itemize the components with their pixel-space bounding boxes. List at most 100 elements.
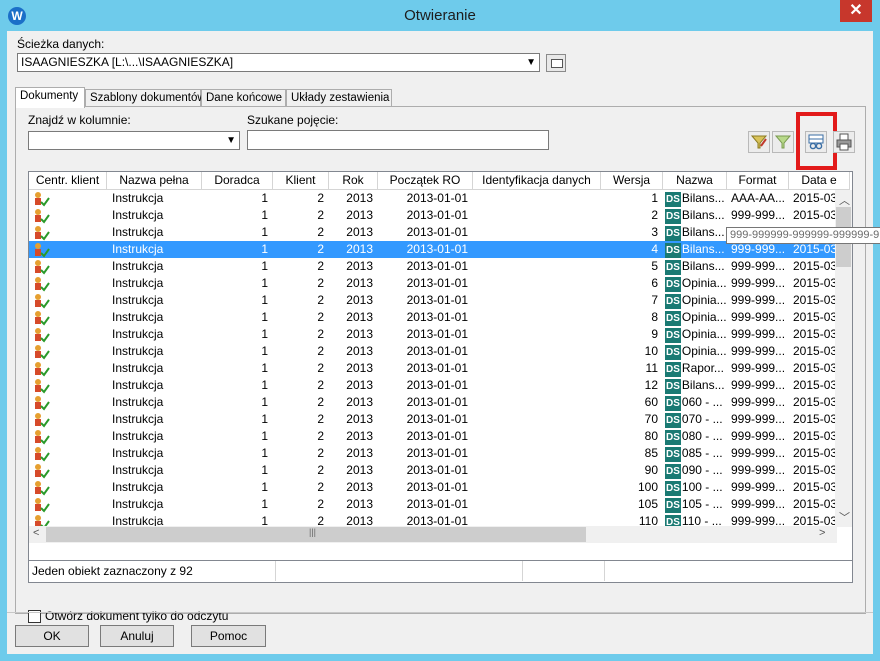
cell-poczatek: 2013-01-01 [406, 497, 468, 511]
cell-nazwa: DS Opinia... [665, 343, 727, 360]
cell-doradca: 1 [261, 378, 268, 392]
tab-uklady[interactable]: Układy zestawienia [286, 89, 392, 107]
print-button[interactable] [833, 131, 855, 153]
tab-dokumenty[interactable]: Dokumenty [15, 87, 85, 108]
cell-nazwa_pelna: Instrukcja [112, 310, 164, 324]
columns-settings-button[interactable] [805, 131, 827, 153]
table-row[interactable]: Instrukcja 1 2 2013 2013-01-01 4 999-999... 201… [29, 241, 839, 258]
scroll-left-icon[interactable]: < [33, 527, 39, 539]
find-column-label: Znajdź w kolumnie: [28, 113, 131, 127]
cell-doradca: 1 [261, 327, 268, 341]
path-label: Ścieżka danych: [17, 37, 105, 51]
cell-data: 2015-03- [793, 310, 839, 324]
table-row[interactable]: Instrukcja 1 2 2013 2013-01-01 1 AAA-AA... 2015… [29, 190, 839, 207]
cell-data: 2015-03- [793, 429, 839, 443]
path-select[interactable]: ISAAGNIESZKA [L:\...\ISAAGNIESZKA] ▼ [17, 53, 540, 72]
column-header[interactable]: Format [727, 172, 789, 190]
table-row[interactable]: Instrukcja 1 2 2013 2013-01-01 90 999-999... 20… [29, 462, 839, 479]
cancel-button[interactable]: Anuluj [100, 625, 174, 647]
cell-doradca: 1 [261, 497, 268, 511]
column-header[interactable]: Klient [273, 172, 329, 190]
cell-rok: 2013 [346, 293, 373, 307]
scroll-up-icon[interactable]: ︿ [839, 192, 850, 208]
cell-wersja: 12 [644, 378, 658, 392]
table-row[interactable]: Instrukcja 1 2 2013 2013-01-01 8 999-999... 201… [29, 309, 839, 326]
search-term-input[interactable] [247, 130, 549, 150]
cell-format: 999-999... [731, 412, 786, 426]
table-row[interactable]: Instrukcja 1 2 2013 2013-01-01 11 999-999... 20… [29, 360, 839, 377]
cell-nazwa_pelna: Instrukcja [112, 344, 164, 358]
cell-rok: 2013 [346, 361, 373, 375]
column-header[interactable]: Centr. klient [29, 172, 107, 190]
table-row[interactable]: Instrukcja 1 2 2013 2013-01-01 7 999-999... 201… [29, 292, 839, 309]
table-row[interactable]: Instrukcja 1 2 2013 2013-01-01 85 999-999... 20… [29, 445, 839, 462]
column-header[interactable]: Data e [789, 172, 850, 190]
cell-nazwa: DS Bilans... [665, 377, 727, 394]
document-name: Opinia... [681, 344, 727, 358]
column-header[interactable]: Początek RO [378, 172, 473, 190]
scroll-right-icon[interactable]: > [819, 527, 825, 539]
cell-doradca: 1 [261, 225, 268, 239]
filter-clear-button[interactable] [772, 131, 794, 153]
document-name: 100 - ... [681, 480, 723, 494]
column-header[interactable]: Rok [329, 172, 378, 190]
column-header[interactable]: Wersja [601, 172, 663, 190]
filter-edit-button[interactable] [748, 131, 770, 153]
browse-path-button[interactable] [546, 54, 566, 72]
tab-szablony[interactable]: Szablony dokumentów [85, 89, 206, 107]
help-button[interactable]: Pomoc [191, 625, 266, 647]
cell-klient: 2 [317, 225, 324, 239]
client-person-icon [32, 446, 50, 462]
column-header[interactable]: Doradca [202, 172, 273, 190]
cell-wersja: 2 [651, 208, 658, 222]
client-person-icon [32, 480, 50, 496]
cell-klient: 2 [317, 463, 324, 477]
client-person-icon [32, 378, 50, 394]
column-header[interactable]: Nazwa pełna [107, 172, 202, 190]
cell-nazwa_pelna: Instrukcja [112, 395, 164, 409]
cell-ident [473, 428, 596, 445]
table-row[interactable]: Instrukcja 1 2 2013 2013-01-01 3 DS Bilans... [29, 224, 837, 241]
cell-doradca: 1 [261, 293, 268, 307]
cell-nazwa_pelna: Instrukcja [112, 191, 164, 205]
cell-rok: 2013 [346, 480, 373, 494]
cell-poczatek: 2013-01-01 [406, 412, 468, 426]
ok-button[interactable]: OK [15, 625, 89, 647]
column-header[interactable]: Nazwa [663, 172, 727, 190]
table-row[interactable]: Instrukcja 1 2 2013 2013-01-01 5 999-999... 201… [29, 258, 839, 275]
cell-poczatek: 2013-01-01 [406, 293, 468, 307]
table-row[interactable]: Instrukcja 1 2 2013 2013-01-01 100 999-999... 2… [29, 479, 839, 496]
column-header[interactable]: Identyfikacja danych [473, 172, 601, 190]
cell-wersja: 105 [637, 497, 658, 511]
path-value: ISAAGNIESZKA [L:\...\ISAAGNIESZKA] [21, 55, 234, 69]
table-row[interactable]: Instrukcja 1 2 2013 2013-01-01 6 999-999... 201… [29, 275, 839, 292]
cell-data: 2015-03- [793, 463, 839, 477]
ds-badge: DS [665, 430, 681, 445]
title-bar[interactable]: W Otwieranie ✕ [0, 0, 880, 31]
document-name: 060 - ... [681, 395, 723, 409]
tab-dane-koncowe[interactable]: Dane końcowe [201, 89, 286, 107]
table-row[interactable]: Instrukcja 1 2 2013 2013-01-01 80 999-999... 20… [29, 428, 839, 445]
table-row[interactable]: Instrukcja 1 2 2013 2013-01-01 9 999-999... 201… [29, 326, 839, 343]
cell-data: 2015-03- [793, 480, 839, 494]
table-row[interactable]: Instrukcja 1 2 2013 2013-01-01 2 999-999... 201… [29, 207, 839, 224]
table-row[interactable]: Instrukcja 1 2 2013 2013-01-01 60 999-999... 20… [29, 394, 839, 411]
cell-format: 999-999... [731, 310, 786, 324]
client-person-icon [32, 327, 50, 343]
horizontal-scroll-thumb[interactable]: ||| [46, 527, 586, 542]
cell-format: 999-999... [731, 446, 786, 460]
cell-nazwa_pelna: Instrukcja [112, 429, 164, 443]
table-row[interactable]: Instrukcja 1 2 2013 2013-01-01 105 999-999... 2… [29, 496, 839, 513]
cell-data: 2015-03- [793, 378, 839, 392]
find-column-select[interactable]: ▼ [28, 131, 240, 150]
horizontal-scrollbar[interactable]: < ||| > [29, 526, 837, 543]
table-row[interactable]: Instrukcja 1 2 2013 2013-01-01 10 999-999... 20… [29, 343, 839, 360]
close-button[interactable]: ✕ [840, 0, 872, 22]
table-row[interactable]: Instrukcja 1 2 2013 2013-01-01 70 999-999... 20… [29, 411, 839, 428]
table-row[interactable]: Instrukcja 1 2 2013 2013-01-01 12 999-999... 20… [29, 377, 839, 394]
scroll-down-icon[interactable]: ﹀ [839, 509, 850, 525]
cell-klient: 2 [317, 378, 324, 392]
cell-nazwa_pelna: Instrukcja [112, 293, 164, 307]
cell-klient: 2 [317, 412, 324, 426]
cell-wersja: 11 [645, 361, 658, 375]
